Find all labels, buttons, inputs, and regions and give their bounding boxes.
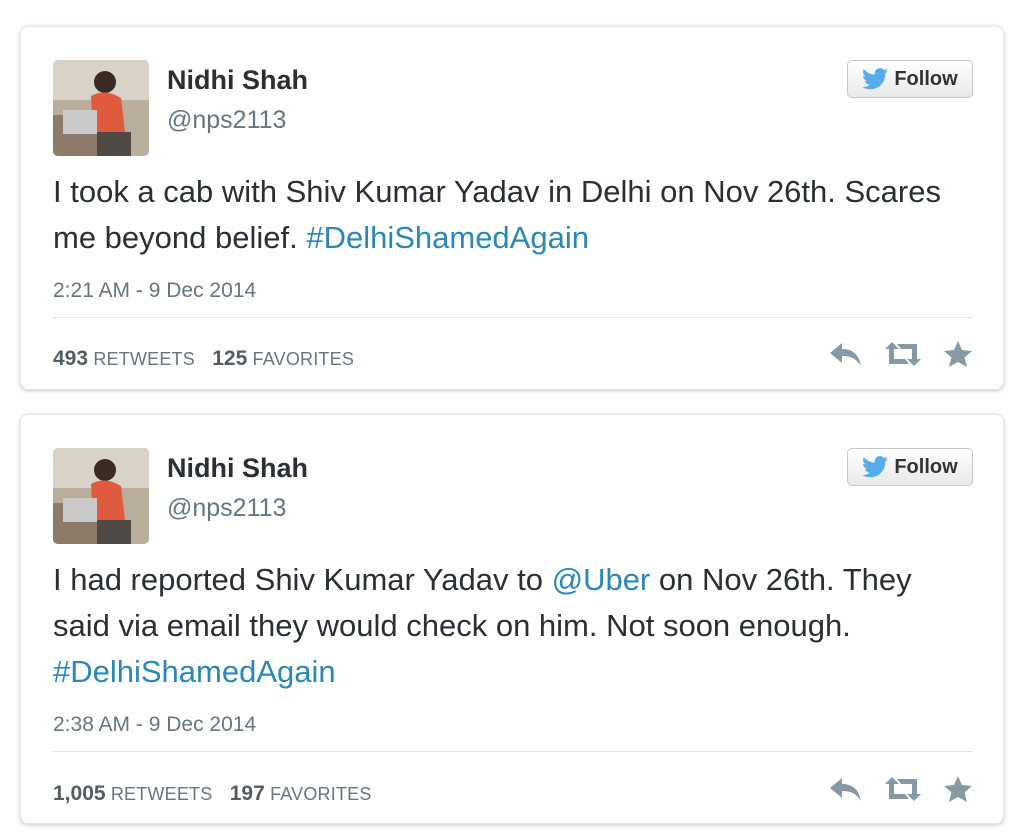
author-name[interactable]: Nidhi Shah (167, 65, 308, 96)
tweet-stats: 493 RETWEETS 125 FAVORITES (53, 347, 366, 371)
favorite-count[interactable]: 197 (230, 782, 265, 805)
retweet-icon[interactable] (885, 340, 921, 373)
tweet-text: I took a cab with Shiv Kumar Yadav in De… (53, 169, 973, 261)
tweet-card: Nidhi Shah @nps2113 Follow I had reporte… (20, 414, 1004, 824)
reply-icon[interactable] (829, 340, 863, 373)
retweet-count[interactable]: 1,005 (53, 782, 106, 805)
tweet-body-before: I had reported Shiv Kumar Yadav to (53, 562, 552, 597)
retweets-label[interactable]: RETWEETS (93, 349, 195, 369)
tweet-timestamp[interactable]: 2:21 AM - 9 Dec 2014 (53, 279, 256, 303)
favorites-label[interactable]: FAVORITES (270, 784, 372, 804)
follow-label: Follow (894, 455, 958, 478)
retweet-count[interactable]: 493 (53, 347, 88, 370)
follow-button[interactable]: Follow (847, 60, 973, 98)
author-handle[interactable]: @nps2113 (167, 106, 286, 135)
follow-label: Follow (894, 67, 958, 90)
tweet-timestamp[interactable]: 2:38 AM - 9 Dec 2014 (53, 713, 256, 737)
avatar[interactable] (53, 60, 149, 156)
favorite-star-icon[interactable] (943, 340, 973, 373)
retweets-label[interactable]: RETWEETS (111, 784, 213, 804)
favorites-label[interactable]: FAVORITES (253, 349, 355, 369)
tweet-actions (829, 340, 973, 373)
favorite-star-icon[interactable] (943, 775, 973, 808)
reply-icon[interactable] (829, 775, 863, 808)
hashtag-link[interactable]: #DelhiShamedAgain (53, 654, 336, 689)
author-handle[interactable]: @nps2113 (167, 494, 286, 523)
retweet-icon[interactable] (885, 775, 921, 808)
follow-button[interactable]: Follow (847, 448, 973, 486)
avatar[interactable] (53, 448, 149, 544)
divider (53, 751, 973, 752)
tweet-text: I had reported Shiv Kumar Yadav to @Uber… (53, 557, 973, 695)
tweet-actions (829, 775, 973, 808)
author-name[interactable]: Nidhi Shah (167, 453, 308, 484)
mention-link[interactable]: @Uber (552, 562, 651, 597)
tweet-stats: 1,005 RETWEETS 197 FAVORITES (53, 782, 384, 806)
divider (53, 317, 973, 318)
hashtag-link[interactable]: #DelhiShamedAgain (306, 220, 589, 255)
favorite-count[interactable]: 125 (212, 347, 247, 370)
twitter-bird-icon (862, 456, 889, 478)
tweet-card: Nidhi Shah @nps2113 Follow I took a cab … (20, 26, 1004, 390)
twitter-bird-icon (862, 68, 889, 90)
